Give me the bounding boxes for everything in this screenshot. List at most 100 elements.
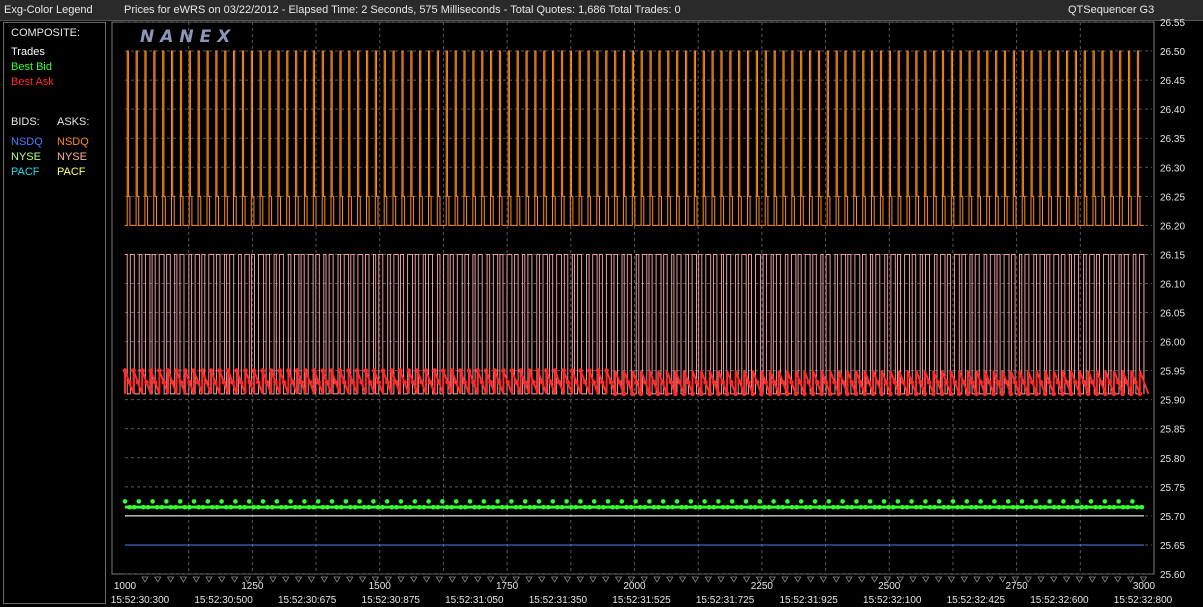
tick-marker [435, 576, 444, 583]
best-bid-point [789, 504, 795, 510]
best-ask-point [681, 391, 687, 397]
best-bid-point [610, 504, 615, 510]
best-ask-point [870, 391, 876, 397]
best-bid-point [693, 504, 698, 510]
best-bid-point [923, 499, 928, 504]
y-tick-label: 25.80 [1160, 454, 1185, 465]
best-ask-point [238, 380, 244, 385]
time-label: 15:52:30:875 [362, 595, 421, 606]
best-ask-point [1120, 391, 1125, 397]
tick-marker [717, 576, 725, 583]
best-ask-point [221, 380, 227, 385]
tick-marker [179, 576, 188, 583]
best-ask-point [178, 380, 184, 385]
best-bid-point [835, 504, 841, 510]
best-ask-point [230, 380, 235, 385]
tick-marker [819, 576, 828, 583]
best-bid-point [297, 504, 303, 510]
best-ask-point [1060, 391, 1065, 397]
tick-marker [986, 576, 994, 583]
best-ask-point [677, 380, 682, 385]
best-ask-point [565, 380, 571, 385]
best-bid-point [550, 499, 556, 504]
best-bid-point [1120, 504, 1126, 510]
tick-marker [806, 576, 815, 583]
best-ask-point [608, 380, 614, 385]
best-bid-point [559, 504, 565, 510]
best-ask-point [866, 380, 872, 385]
best-ask-point [488, 380, 493, 385]
best-ask-point [690, 391, 695, 397]
best-ask-point [625, 380, 631, 385]
best-bid-point [591, 499, 597, 504]
tick-marker [346, 576, 354, 583]
best-bid-point [1033, 499, 1039, 504]
best-ask-point [823, 380, 829, 385]
best-ask-point [268, 368, 274, 373]
best-ask-point [174, 368, 179, 373]
best-ask-point [729, 380, 734, 385]
x-axis: 1000 1250 1500 1750 2000 2250 2500 2750 3000 15:5… [111, 576, 1173, 606]
best-bid-point [711, 504, 717, 510]
best-ask-point [436, 380, 442, 385]
best-ask-point [789, 380, 794, 385]
best-ask-point [290, 380, 296, 385]
time-label: 15:52:30:675 [278, 595, 337, 606]
best-bid-point [504, 504, 510, 510]
best-ask-point [161, 380, 166, 385]
x-tick-label: 2500 [878, 581, 901, 592]
best-bid-point [1010, 504, 1016, 510]
y-tick-label: 26.15 [1160, 250, 1185, 261]
best-ask-point [883, 380, 889, 385]
best-bid-point [394, 504, 399, 510]
best-bid-point [734, 504, 740, 510]
best-ask-point [776, 391, 781, 397]
best-ask-point [204, 380, 209, 385]
best-ask-point [1077, 391, 1082, 397]
best-bid-point [486, 504, 491, 510]
best-bid-point [1038, 504, 1043, 510]
best-bid-point [1130, 499, 1135, 504]
best-bid-point [1024, 504, 1029, 510]
best-ask-point [905, 391, 910, 397]
best-bid-point [1070, 504, 1075, 510]
best-bid-point [794, 504, 799, 510]
best-ask-point [1128, 391, 1134, 397]
tick-marker [794, 576, 802, 583]
best-bid-point [904, 504, 910, 510]
best-bid-point [302, 499, 307, 504]
best-ask-point [965, 391, 971, 397]
best-ask-point [630, 391, 635, 397]
best-ask-point [148, 368, 154, 373]
best-bid-point [568, 504, 574, 510]
tick-marker [320, 576, 328, 583]
best-bid-point [246, 499, 252, 504]
best-bid-point [927, 504, 933, 510]
best-ask-point [466, 368, 472, 373]
best-ask-point [1021, 380, 1026, 385]
best-ask-point [483, 368, 489, 373]
best-bid-point [821, 504, 827, 510]
best-ask-point [170, 380, 175, 385]
best-ask-point [896, 391, 902, 397]
best-ask-point [423, 368, 429, 373]
y-tick-label: 26.50 [1160, 47, 1185, 58]
best-bid-point [969, 504, 974, 510]
best-bid-point [233, 499, 238, 504]
best-bid-point [1019, 499, 1025, 504]
best-ask-point [969, 380, 975, 385]
best-ask-point [600, 380, 605, 385]
best-ask-point [225, 368, 231, 373]
best-bid-point [449, 504, 454, 510]
best-ask-point [711, 380, 717, 385]
best-bid-point [421, 504, 427, 510]
best-ask-point [832, 380, 837, 385]
best-bid-point [624, 504, 629, 510]
best-bid-point [578, 499, 583, 504]
best-bid-point [251, 504, 257, 510]
best-ask-point [724, 391, 730, 397]
best-bid-point [605, 499, 611, 504]
best-bid-point [936, 499, 942, 504]
best-ask-point [299, 380, 304, 385]
best-bid-point [219, 499, 224, 504]
